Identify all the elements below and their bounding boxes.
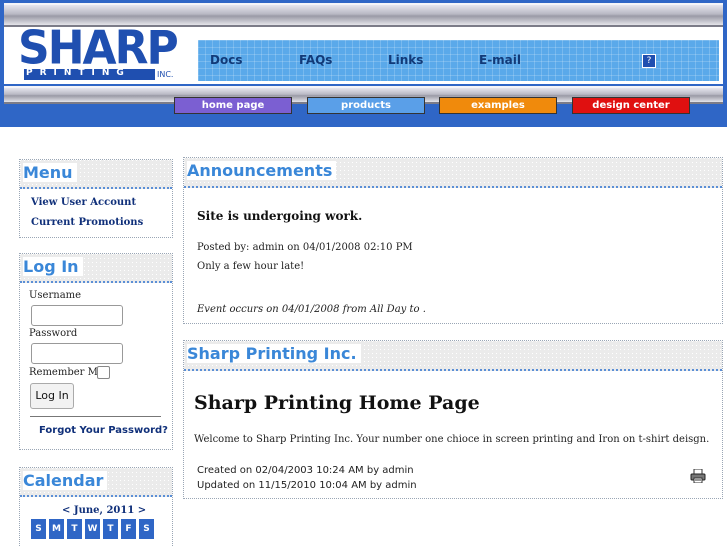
- username-label: Username: [29, 290, 82, 301]
- announcements-box: Announcements Site is undergoing work. P…: [183, 157, 723, 324]
- article-box: Sharp Printing Inc. Sharp Printing Home …: [183, 340, 723, 499]
- logo-sub: PRINTING: [26, 68, 131, 78]
- article-heading: Sharp Printing Home Page: [194, 392, 480, 414]
- calendar-day-header: T: [103, 519, 118, 539]
- password-input[interactable]: [31, 343, 123, 364]
- nav-faqs[interactable]: FAQs: [299, 53, 332, 67]
- logo-suffix: INC.: [157, 70, 174, 79]
- username-input[interactable]: [31, 305, 123, 326]
- site-logo[interactable]: SHARP PRINTING INC.: [18, 22, 188, 83]
- menu-item-current-promotions[interactable]: Current Promotions: [31, 217, 143, 228]
- calendar-day-header: F: [121, 519, 136, 539]
- password-label: Password: [29, 328, 78, 339]
- article-created: Created on 02/04/2003 10:24 AM by admin: [197, 465, 414, 476]
- header-bottom-line: [0, 117, 727, 127]
- tab-products[interactable]: products: [307, 97, 425, 114]
- print-icon[interactable]: [690, 468, 706, 484]
- menu-title: Menu: [23, 163, 77, 182]
- top-nav: Docs FAQs Links E-mail ?: [198, 40, 719, 81]
- menu-box: Menu View User Account Current Promotion…: [19, 159, 173, 238]
- remember-me-checkbox[interactable]: [97, 366, 110, 379]
- tab-home-page[interactable]: home page: [174, 97, 292, 114]
- calendar-title: Calendar: [23, 471, 108, 490]
- calendar-day-header: S: [139, 519, 154, 539]
- nav-links[interactable]: Links: [388, 53, 423, 67]
- article-body: Welcome to Sharp Printing Inc. Your numb…: [194, 434, 710, 445]
- login-separator: [30, 416, 161, 417]
- login-title: Log In: [23, 257, 83, 276]
- announcement-posted: Posted by: admin on 04/01/2008 02:10 PM: [197, 242, 413, 253]
- menu-item-view-user-account[interactable]: View User Account: [31, 197, 136, 208]
- login-button[interactable]: Log In: [30, 383, 74, 409]
- remember-me-label: Remember Me: [29, 367, 104, 378]
- nav-email[interactable]: E-mail: [479, 53, 521, 67]
- article-header: Sharp Printing Inc.: [184, 341, 722, 371]
- announcements-title: Announcements: [187, 161, 337, 180]
- announcement-body: Only a few hour late!: [197, 261, 305, 272]
- article-updated: Updated on 11/15/2010 10:04 AM by admin: [197, 480, 417, 491]
- menu-header: Menu: [20, 160, 172, 189]
- calendar-header: Calendar: [20, 468, 172, 497]
- article-title: Sharp Printing Inc.: [187, 344, 361, 363]
- help-icon[interactable]: ?: [642, 54, 656, 68]
- tab-examples[interactable]: examples: [439, 97, 557, 114]
- forgot-password-link[interactable]: Forgot Your Password?: [39, 425, 168, 436]
- announcement-event: Event occurs on 04/01/2008 from All Day …: [197, 304, 426, 315]
- calendar-day-header: M: [49, 519, 64, 539]
- tab-design-center[interactable]: design center: [572, 97, 690, 114]
- login-header: Log In: [20, 254, 172, 283]
- site-header: SHARP PRINTING INC. Docs FAQs Links E-ma…: [0, 0, 727, 127]
- announcements-header: Announcements: [184, 158, 722, 188]
- announcement-headline: Site is undergoing work.: [197, 209, 363, 223]
- login-box: Log In Username Password Remember Me Log…: [19, 253, 173, 450]
- calendar-day-header: T: [67, 519, 82, 539]
- calendar-month-nav[interactable]: < June, 2011 >: [62, 505, 146, 516]
- calendar-day-header: W: [85, 519, 100, 539]
- nav-docs[interactable]: Docs: [210, 53, 242, 67]
- calendar-day-header: S: [31, 519, 46, 539]
